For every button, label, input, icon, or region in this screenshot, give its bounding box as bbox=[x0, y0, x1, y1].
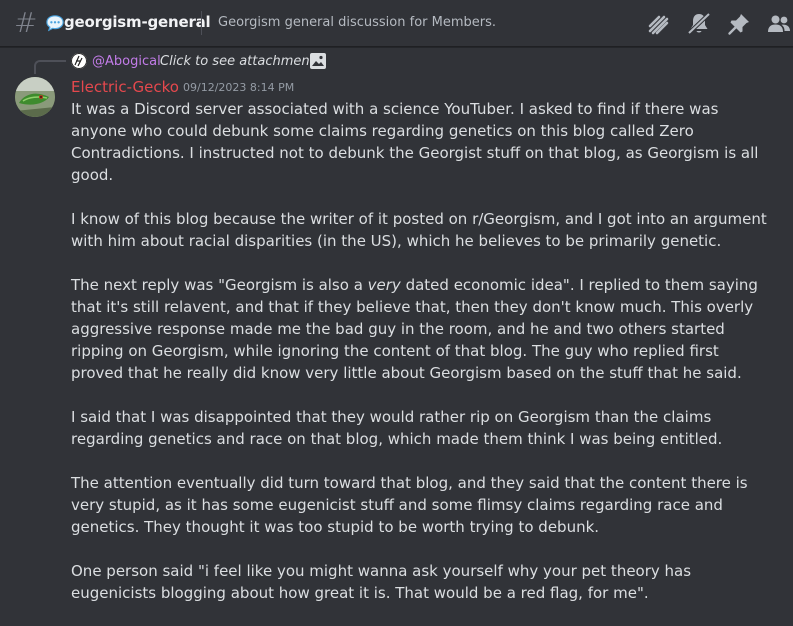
reply-spine bbox=[34, 60, 66, 74]
image-icon bbox=[309, 52, 327, 70]
mute-icon[interactable] bbox=[686, 11, 712, 37]
emphasis-text: very bbox=[367, 276, 401, 294]
reply-avatar[interactable] bbox=[71, 53, 87, 69]
message-paragraph: It was a Discord server associated with … bbox=[71, 100, 759, 184]
threads-icon[interactable] bbox=[646, 11, 672, 37]
message-content: It was a Discord server associated with … bbox=[71, 98, 771, 626]
avatar[interactable] bbox=[15, 77, 55, 117]
message-timestamp: 09/12/2023 8:14 PM bbox=[183, 81, 295, 94]
speech-bubble-icon bbox=[46, 15, 64, 32]
message-paragraph: The attention eventually did turn toward… bbox=[71, 474, 748, 536]
channel-name[interactable]: georgism-general bbox=[64, 13, 211, 31]
reply-username[interactable]: @Abogical bbox=[92, 54, 161, 69]
header-divider bbox=[201, 11, 202, 35]
members-icon[interactable] bbox=[766, 11, 792, 37]
message-paragraph: One person said "i feel like you might w… bbox=[71, 562, 692, 602]
message-paragraph: The next reply was "Georgism is also a v… bbox=[71, 274, 771, 384]
channel-hash-icon: # bbox=[14, 6, 38, 39]
reply-preview[interactable]: Click to see attachment bbox=[160, 54, 315, 69]
pin-icon[interactable] bbox=[726, 11, 752, 37]
message-paragraph: I said that I was disappointed that they… bbox=[71, 408, 723, 448]
channel-header: # georgism-general Georgism general disc… bbox=[0, 0, 793, 47]
message-paragraph: I know of this blog because the writer o… bbox=[71, 210, 767, 250]
channel-topic[interactable]: Georgism general discussion for Members. bbox=[218, 15, 496, 30]
message-author[interactable]: Electric-Gecko bbox=[71, 78, 179, 96]
paragraph-text: The next reply was "Georgism is also a bbox=[71, 276, 368, 294]
